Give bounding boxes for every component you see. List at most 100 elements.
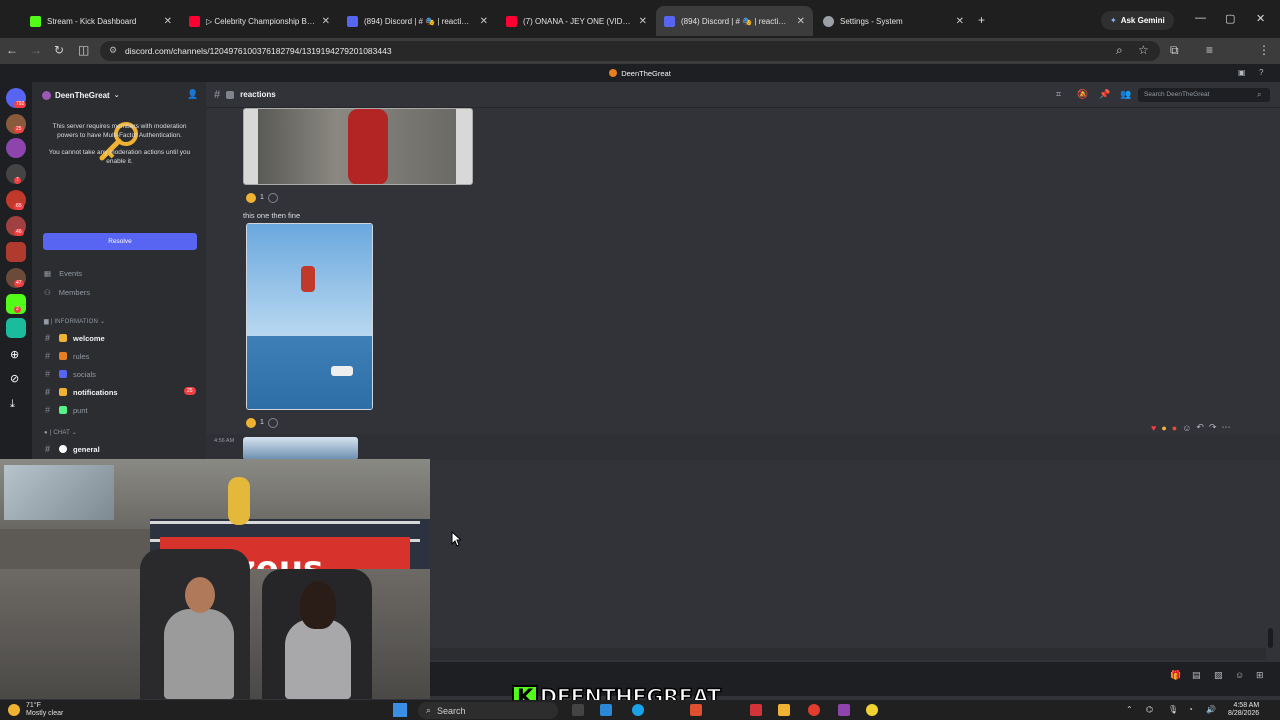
reaction-pill[interactable]: 1 (246, 416, 278, 429)
inbox-icon[interactable]: ▣ (1238, 68, 1246, 77)
chat-emoji-icon (59, 445, 67, 453)
taskbar-clock[interactable]: 4:58 AM 8/28/2026 (1228, 702, 1259, 718)
add-reaction-icon[interactable] (267, 417, 278, 428)
back-icon[interactable]: ← (6, 43, 18, 57)
volume-icon[interactable]: 🔊 (1206, 705, 1216, 714)
close-icon[interactable]: ✕ (639, 16, 647, 27)
socials-emoji-icon (59, 370, 67, 378)
close-icon[interactable]: ✕ (164, 16, 172, 27)
tab-onana-video[interactable]: (7) ONANA - JEY ONE (VIDEO OF ✕ (498, 8, 655, 34)
tab-celebrity-boxing[interactable]: ▷ Celebrity Championship Boxi ✕ (181, 8, 338, 34)
close-icon[interactable]: ✕ (480, 16, 488, 27)
channel-rules[interactable]: # rules (45, 351, 195, 361)
reaction-pill[interactable]: 1 (246, 191, 278, 204)
add-reaction-icon[interactable]: ☺ (1182, 423, 1191, 433)
server-icon[interactable] (6, 242, 26, 262)
tab-search-icon[interactable]: ≡ (1206, 43, 1213, 57)
message-composer[interactable] (430, 648, 1266, 660)
reload-icon[interactable]: ↻ (54, 43, 64, 57)
download-icon[interactable]: ⤓ (10, 398, 15, 411)
member-list-icon[interactable]: 👥 (1120, 89, 1131, 100)
help-icon[interactable]: ? (1259, 68, 1263, 77)
server-icon[interactable] (6, 318, 26, 338)
tray-chevron-icon[interactable]: ⌃ (1126, 705, 1133, 714)
url-field[interactable]: ⚙ discord.com/channels/12049761003761827… (100, 41, 1160, 61)
laughing-emoji-icon[interactable]: ● (1161, 423, 1166, 433)
server-icon[interactable] (6, 138, 26, 158)
message-hover-row[interactable] (206, 434, 1280, 460)
add-server-icon[interactable]: ⊕ (10, 348, 19, 361)
hash-icon: # (45, 333, 51, 343)
app-icon[interactable] (600, 704, 612, 716)
more-icon[interactable]: ⋯ (1222, 422, 1231, 433)
message-image[interactable] (246, 223, 373, 410)
file-explorer-icon[interactable] (778, 704, 790, 716)
gift-icon[interactable]: 🎁 (1170, 670, 1181, 681)
discover-icon[interactable]: ⊘ (10, 372, 19, 385)
taskbar-search[interactable]: ⌕ Search (418, 702, 558, 719)
tab-discord-reactions-active[interactable]: (894) Discord | # 🎭 | reactions ✕ (656, 6, 813, 36)
gif-icon[interactable]: ▤ (1192, 670, 1201, 681)
zoom-icon[interactable]: ⌕ (1116, 43, 1123, 58)
channel-socials[interactable]: # socials (45, 369, 195, 379)
reply-icon[interactable]: ↶ (1196, 422, 1204, 433)
app-icon[interactable] (750, 704, 762, 716)
members-link[interactable]: ⚇ Members (44, 288, 90, 297)
channel-punt[interactable]: # punt (45, 405, 195, 415)
message-image[interactable] (243, 108, 473, 185)
site-info-icon[interactable]: ⚙ (109, 45, 117, 56)
category-information[interactable]: ▆ | INFORMATION ⌄ (44, 318, 105, 325)
task-view-icon[interactable] (572, 704, 584, 716)
maximize-icon[interactable]: ▢ (1225, 12, 1235, 25)
ask-gemini-button[interactable]: ✦ Ask Gemini (1101, 11, 1174, 30)
close-window-icon[interactable]: ✕ (1256, 12, 1265, 25)
windows-start-icon[interactable] (393, 703, 407, 717)
threads-icon[interactable]: ⌗ (1056, 89, 1061, 100)
extensions-icon[interactable]: ⧉ (1170, 43, 1179, 58)
emoji-picker-icon[interactable]: ☺ (1235, 670, 1244, 680)
search-input[interactable]: Search DeenTheGreat ⌕ (1138, 88, 1270, 102)
sidebar-icon[interactable]: ◫ (78, 43, 89, 57)
network-icon[interactable]: ⌬ (1146, 705, 1153, 714)
add-reaction-icon[interactable] (267, 192, 278, 203)
channel-general[interactable]: # general (45, 444, 195, 454)
members-icon: ⚇ (44, 288, 51, 297)
app-icon[interactable] (690, 704, 702, 716)
microphone-icon[interactable]: 🎙 (1168, 705, 1178, 714)
close-icon[interactable]: ✕ (956, 16, 964, 27)
events-link[interactable]: ▦ Events (44, 269, 82, 278)
edge-icon[interactable] (632, 704, 644, 716)
menu-icon[interactable]: ⋮ (1258, 43, 1270, 57)
bookmark-star-icon[interactable]: ☆ (1138, 43, 1149, 57)
new-tab-button[interactable]: + (978, 13, 985, 27)
server-header[interactable]: DeenTheGreat ⌄ 👤 (32, 82, 206, 108)
weather-widget[interactable]: 71°F Mostly clear (8, 702, 63, 718)
chrome-icon[interactable] (808, 704, 820, 716)
heart-emoji-icon[interactable]: ♥ (1151, 423, 1156, 433)
channel-notifications[interactable]: # notifications (45, 387, 195, 397)
unread-badge: 792 (14, 101, 27, 108)
forward-icon[interactable]: → (30, 43, 42, 57)
sticker-icon[interactable]: ▨ (1214, 670, 1223, 681)
message-image[interactable] (243, 437, 358, 460)
app-icon[interactable] (866, 704, 878, 716)
category-chat[interactable]: ● | CHAT ⌄ (44, 429, 77, 436)
apps-icon[interactable]: ⊞ (1256, 670, 1264, 681)
tab-discord-reactions[interactable]: (894) Discord | # 🎭 | reactions ✕ (339, 8, 496, 34)
tab-kick-dashboard[interactable]: Stream - Kick Dashboard ✕ (22, 8, 180, 34)
minimize-icon[interactable]: — (1195, 12, 1206, 24)
mute-bell-icon[interactable]: 🔕 (1077, 89, 1088, 100)
channel-welcome[interactable]: # welcome (45, 333, 195, 343)
forward-icon[interactable]: ↷ (1209, 422, 1217, 433)
invite-icon[interactable]: 👤 (187, 89, 198, 100)
resolve-button[interactable]: Resolve (43, 233, 197, 250)
close-icon[interactable]: ✕ (322, 16, 330, 27)
scrollbar[interactable] (1268, 628, 1273, 648)
emoji-icon[interactable]: ● (1172, 423, 1177, 433)
wifi-icon[interactable]: ◔ (1188, 705, 1193, 714)
tab-settings-system[interactable]: Settings - System ✕ (815, 8, 972, 34)
pin-icon[interactable]: 📌 (1099, 89, 1110, 100)
bell-emoji-icon (59, 388, 67, 396)
app-icon[interactable] (838, 704, 850, 716)
close-icon[interactable]: ✕ (797, 16, 805, 27)
